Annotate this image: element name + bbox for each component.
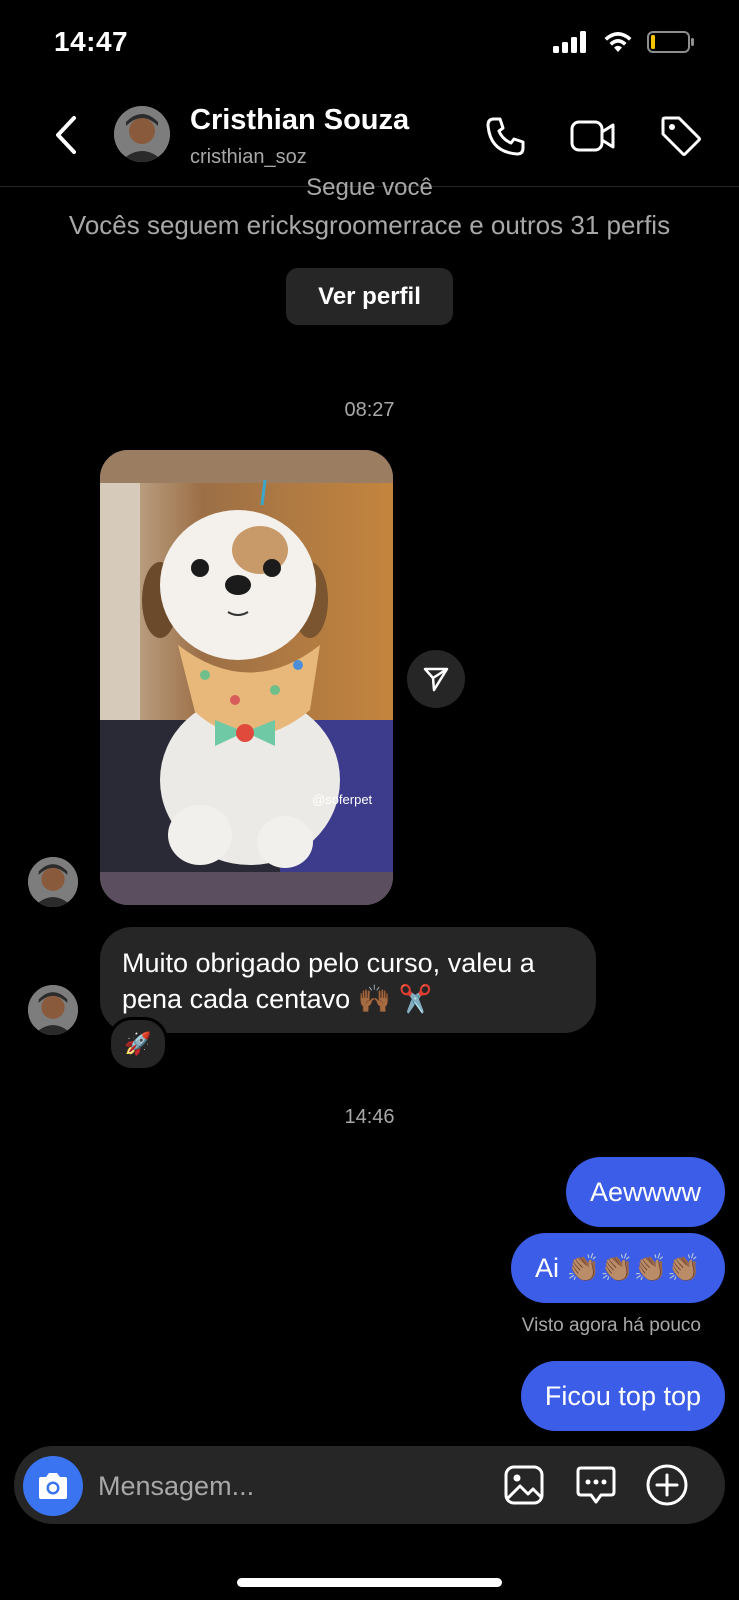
back-button[interactable]	[48, 112, 84, 158]
video-watermark: @soferpet	[312, 792, 373, 807]
audio-call-button[interactable]	[482, 112, 530, 160]
tag-button[interactable]	[657, 112, 705, 160]
phone-icon	[486, 117, 525, 156]
signal-icon	[553, 31, 586, 53]
outgoing-message[interactable]: Aewwww	[565, 1157, 725, 1227]
plus-icon	[646, 1464, 688, 1506]
video-camera-icon	[570, 120, 615, 152]
outgoing-message[interactable]: Ficou top top	[520, 1361, 725, 1431]
sticker-icon	[576, 1466, 616, 1504]
home-indicator[interactable]	[237, 1578, 502, 1587]
view-profile-button[interactable]: Ver perfil	[286, 268, 453, 325]
message-input[interactable]	[98, 1466, 478, 1506]
contact-avatar[interactable]	[114, 106, 170, 162]
avatar-image	[114, 106, 170, 162]
follows-you-label: Segue você	[306, 174, 433, 201]
camera-icon	[39, 1473, 67, 1499]
shared-video-message[interactable]: @soferpet	[100, 450, 393, 905]
status-icons	[553, 30, 695, 54]
timestamp: 08:27	[344, 399, 395, 421]
sender-avatar[interactable]	[28, 985, 78, 1035]
tag-icon	[661, 116, 701, 156]
battery-icon	[647, 31, 694, 53]
add-button[interactable]	[642, 1460, 692, 1510]
timestamp: 14:46	[344, 1106, 395, 1128]
wifi-icon	[604, 32, 632, 52]
avatar-image	[28, 985, 78, 1035]
outgoing-message[interactable]: Ai 👏🏽👏🏽👏🏽👏🏽	[511, 1233, 725, 1303]
contact-username[interactable]: cristhian_soz	[190, 146, 307, 169]
seen-status: Visto agora há pouco	[521, 1315, 701, 1336]
camera-button[interactable]	[23, 1456, 83, 1516]
send-icon	[423, 667, 449, 692]
share-button[interactable]	[407, 650, 465, 708]
mutual-followers-label: Vocês seguem ericksgroomerrace e outros …	[68, 210, 671, 240]
sender-avatar[interactable]	[28, 857, 78, 907]
dog-photo	[100, 450, 393, 905]
message-reaction[interactable]: 🚀	[108, 1017, 168, 1071]
back-icon	[56, 116, 76, 154]
gallery-icon	[504, 1465, 544, 1505]
video-call-button[interactable]	[569, 112, 617, 160]
gallery-button[interactable]	[499, 1460, 549, 1510]
incoming-message[interactable]: Muito obrigado pelo curso, valeu a pena …	[100, 927, 596, 1033]
sticker-button[interactable]	[571, 1460, 621, 1510]
status-time: 14:47	[54, 26, 129, 57]
avatar-image	[28, 857, 78, 907]
contact-name[interactable]: Cristhian Souza	[190, 104, 409, 137]
